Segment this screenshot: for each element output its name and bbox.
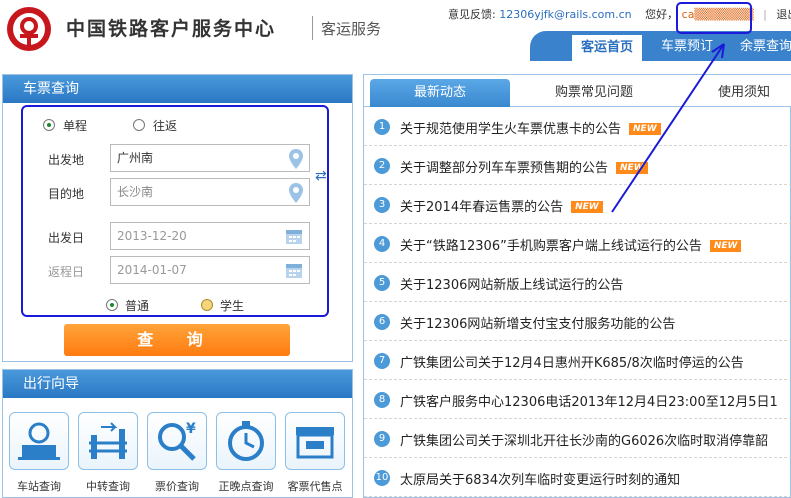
svg-text:¥: ¥	[186, 421, 196, 437]
news-item-title[interactable]: 关于“铁路12306”手机购票客户端上线试运行的公告 NEW	[400, 235, 742, 254]
news-item-title[interactable]: 关于调整部分列车车票预售期的公告 NEW	[400, 157, 648, 176]
news-item-number: 8	[374, 392, 390, 408]
guide-ontime-query[interactable]	[216, 412, 276, 470]
news-item-number: 3	[374, 197, 390, 213]
nav-item-remaining[interactable]: 余票查询	[736, 36, 791, 58]
news-item-number: 10	[374, 470, 390, 486]
new-badge: NEW	[629, 123, 661, 135]
guide-station-label: 车站查询	[17, 480, 61, 493]
nav-item-home[interactable]: 客运首页	[572, 35, 642, 61]
news-item-title[interactable]: 太原局关于6834次列车临时变更运行时刻的通知	[400, 469, 680, 488]
site-subtitle: 客运服务	[321, 20, 382, 38]
guide-station-query[interactable]	[9, 412, 69, 470]
news-item-title[interactable]: 关于12306网站新增支付宝支付服务功能的公告	[400, 313, 675, 332]
news-item-title[interactable]: 关于12306网站新版上线试运行的公告	[400, 274, 623, 293]
news-item-number: 7	[374, 353, 390, 369]
news-panel: 最新动态 购票常见问题 使用须知 1 关于规范使用学生火车票优惠卡的公告 NEW …	[363, 74, 791, 498]
ticket-query-panel: 车票查询 单程 往返 出发地 广州南 目的地 长沙南 出发日 2013-12-2…	[2, 74, 353, 362]
news-item[interactable]: 1 关于规范使用学生火车票优惠卡的公告 NEW	[364, 107, 791, 146]
travel-guide-title: 出行向导	[3, 370, 352, 398]
annotation-highlight-username	[676, 2, 752, 34]
tab-faq[interactable]: 购票常见问题	[534, 79, 654, 107]
news-item-number: 1	[374, 119, 390, 135]
station-icon	[18, 422, 60, 460]
feedback-label: 意见反馈:	[448, 8, 496, 21]
new-badge: NEW	[616, 162, 648, 174]
guide-transfer-label: 中转查询	[86, 480, 130, 493]
swap-stations-icon[interactable]: ⇄	[315, 168, 327, 184]
guide-agent-label: 客票代售点	[287, 480, 343, 493]
new-badge: NEW	[709, 240, 742, 252]
ticket-query-title: 车票查询	[3, 75, 352, 103]
transfer-icon	[89, 422, 127, 459]
news-item-number: 6	[374, 314, 390, 330]
feedback-email-link[interactable]: 12306yjfk@rails.com.cn	[499, 8, 631, 21]
guide-price-query[interactable]: ¥	[147, 412, 207, 470]
new-badge: NEW	[571, 201, 603, 213]
news-item[interactable]: 10 太原局关于6834次列车临时变更运行时刻的通知	[364, 458, 791, 497]
news-tabs: 最新动态 购票常见问题 使用须知	[364, 75, 791, 107]
news-item[interactable]: 8 广铁客户服务中心12306电话2013年12月4日23:00至12月5日1	[364, 380, 791, 419]
news-item[interactable]: 7 广铁集团公司关于12月4日惠州开K685/8次临时停运的公告	[364, 341, 791, 380]
news-item[interactable]: 5 关于12306网站新版上线试运行的公告	[364, 263, 791, 302]
tab-usage-notice[interactable]: 使用须知	[704, 79, 784, 107]
price-search-icon: ¥	[158, 421, 196, 461]
nav-item-booking[interactable]: 车票预订	[656, 36, 718, 58]
news-item-title[interactable]: 关于规范使用学生火车票优惠卡的公告 NEW	[400, 118, 661, 137]
title-divider	[312, 16, 313, 40]
guide-price-label: 票价查询	[155, 480, 199, 493]
news-item[interactable]: 4 关于“铁路12306”手机购票客户端上线试运行的公告 NEW	[364, 224, 791, 263]
greeting-text: 您好，	[645, 8, 679, 21]
news-item-title[interactable]: 广铁集团公司关于12月4日惠州开K685/8次临时停运的公告	[400, 352, 744, 371]
guide-transfer-query[interactable]	[78, 412, 138, 470]
news-item-title[interactable]: 关于2014年春运售票的公告 NEW	[400, 196, 603, 215]
news-item-number: 9	[374, 431, 390, 447]
site-header: 中国铁路客户服务中心 客运服务 意见反馈: 12306yjfk@rails.co…	[0, 0, 791, 62]
topbar-separator: |	[763, 8, 767, 21]
main-nav: 客运首页 车票预订 余票查询	[530, 31, 791, 61]
news-item-number: 4	[374, 236, 390, 252]
news-item[interactable]: 3 关于2014年春运售票的公告 NEW	[364, 185, 791, 224]
logout-link[interactable]: 退出	[776, 8, 791, 21]
news-item[interactable]: 2 关于调整部分列车车票预售期的公告 NEW	[364, 146, 791, 185]
tab-latest-news[interactable]: 最新动态	[370, 79, 510, 107]
news-item-number: 5	[374, 275, 390, 291]
news-item-title[interactable]: 广铁集团公司关于深圳北开往长沙南的G6026次临时取消停靠韶	[400, 430, 768, 449]
site-title: 中国铁路客户服务中心	[66, 18, 277, 40]
railway-logo-icon[interactable]	[6, 6, 52, 52]
annotation-highlight-query-form	[21, 105, 329, 317]
clock-icon	[228, 421, 264, 461]
news-item-number: 2	[374, 158, 390, 174]
news-item[interactable]: 6 关于12306网站新增支付宝支付服务功能的公告	[364, 302, 791, 341]
ticket-agent-icon	[296, 427, 334, 459]
news-item[interactable]: 9 广铁集团公司关于深圳北开往长沙南的G6026次临时取消停靠韶	[364, 419, 791, 458]
query-submit-button[interactable]: 查 询	[64, 324, 290, 356]
news-item-title[interactable]: 广铁客户服务中心12306电话2013年12月4日23:00至12月5日1	[400, 391, 778, 410]
guide-ontime-label: 正晚点查询	[218, 480, 274, 493]
guide-agent-query[interactable]	[285, 412, 345, 470]
travel-guide-panel: 出行向导 车站查询 中转查询 ¥ 票价查询 正晚点查询 客票代售点	[2, 369, 353, 498]
